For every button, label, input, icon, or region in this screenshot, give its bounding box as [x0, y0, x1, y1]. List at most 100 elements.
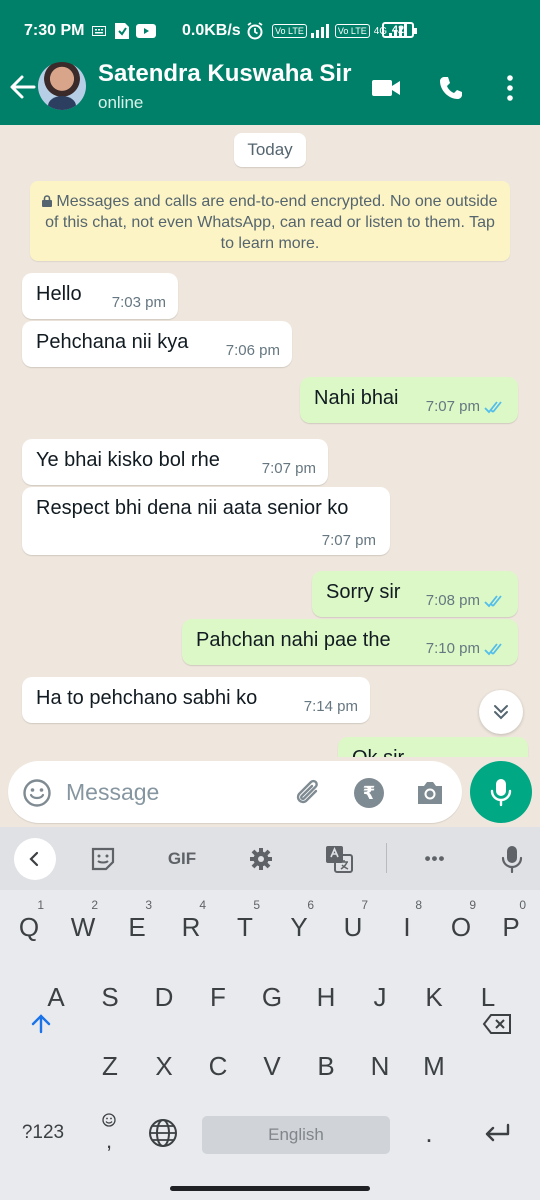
keyboard-settings-button[interactable] — [246, 845, 276, 873]
message-bubble-outgoing[interactable]: Ok sir — [338, 737, 528, 757]
key-e[interactable]: E3 — [110, 898, 164, 955]
key-v[interactable]: V — [245, 1038, 299, 1094]
alarm-icon — [247, 22, 263, 40]
message-bubble-outgoing[interactable]: Nahi bhai 7:07 pm — [300, 377, 518, 423]
message-meta: 7:08 pm — [426, 592, 506, 609]
app-header: 7:30 PM 0.0KB/s Vo LTE Vo LTE 4G 42 Sate… — [0, 0, 540, 125]
video-call-icon[interactable] — [370, 74, 402, 102]
double-chevron-down-icon — [494, 705, 508, 720]
camera-icon[interactable] — [414, 778, 446, 808]
message-time: 7:07 pm — [261, 460, 316, 477]
key-label: Q — [18, 912, 40, 942]
emoji-icon[interactable] — [22, 778, 52, 808]
key-c[interactable]: C — [191, 1038, 245, 1094]
key-hint: 7 — [361, 898, 368, 912]
message-input-box[interactable]: Message ₹ — [8, 761, 462, 823]
key-label: Y — [290, 912, 308, 942]
key-g[interactable]: G — [245, 969, 299, 1025]
symbols-key[interactable]: ?123 — [16, 1105, 70, 1161]
message-bubble-outgoing[interactable]: Sorry sir 7:08 pm — [312, 571, 518, 617]
translate-button[interactable] — [324, 845, 354, 873]
key-hint: 6 — [307, 898, 314, 912]
message-bubble-incoming[interactable]: Ye bhai kisko bol rhe 7:07 pm — [22, 439, 328, 485]
gesture-navigation-bar[interactable] — [170, 1186, 370, 1191]
key-hint: 9 — [469, 898, 476, 912]
keyboard-collapse-button[interactable] — [14, 838, 56, 880]
key-label: O — [450, 912, 472, 942]
message-meta: 7:07 pm — [426, 398, 506, 415]
chevron-left-icon — [29, 851, 39, 867]
key-j[interactable]: J — [353, 969, 407, 1025]
message-bubble-incoming[interactable]: Pehchana nii kya 7:06 pm — [22, 321, 292, 367]
key-label: W — [70, 912, 96, 942]
composer-row: Message ₹ — [0, 757, 540, 827]
message-time: 7:08 pm — [425, 592, 480, 609]
key-label: B — [317, 1051, 335, 1081]
attachment-icon[interactable] — [294, 777, 324, 809]
encryption-notice[interactable]: Messages and calls are end-to-end encryp… — [30, 181, 510, 261]
key-h[interactable]: H — [299, 969, 353, 1025]
shift-key[interactable] — [14, 996, 68, 1052]
message-bubble-incoming[interactable]: Ha to pehchano sabhi ko 7:14 pm — [22, 677, 370, 723]
period-key[interactable]: . — [402, 1105, 456, 1161]
key-z[interactable]: Z — [83, 1038, 137, 1094]
sticker-button[interactable] — [88, 845, 118, 873]
key-o[interactable]: O9 — [434, 898, 488, 955]
key-hint: 1 — [37, 898, 44, 912]
back-arrow-icon[interactable] — [8, 70, 36, 104]
key-w[interactable]: W2 — [56, 898, 110, 955]
keyboard-notification-icon — [92, 26, 106, 36]
voice-message-button[interactable] — [470, 761, 532, 823]
key-hint: 4 — [199, 898, 206, 912]
key-m[interactable]: M — [407, 1038, 461, 1094]
signal-icon-1 — [310, 24, 329, 38]
message-text: Nahi bhai — [314, 387, 399, 409]
double-tick-read-icon — [484, 642, 502, 655]
key-label: R — [181, 912, 201, 942]
contact-avatar[interactable] — [38, 62, 86, 110]
message-input[interactable]: Message — [66, 779, 159, 806]
message-bubble-outgoing[interactable]: Pahchan nahi pae the 7:10 pm — [182, 619, 518, 665]
enter-key[interactable] — [470, 1105, 524, 1161]
more-tools-button[interactable]: ••• — [416, 845, 454, 873]
message-time: 7:07 pm — [321, 532, 376, 549]
space-key[interactable]: English — [202, 1116, 390, 1154]
message-time: 7:03 pm — [111, 294, 166, 311]
language-key[interactable] — [136, 1105, 190, 1161]
payment-rupee-icon[interactable]: ₹ — [354, 778, 384, 808]
chat-area[interactable]: Today Messages and calls are end-to-end … — [0, 125, 540, 757]
voice-typing-button[interactable] — [498, 845, 526, 873]
key-y[interactable]: Y6 — [272, 898, 326, 955]
voice-call-icon[interactable] — [436, 74, 468, 102]
scroll-to-bottom-button[interactable] — [479, 690, 523, 734]
key-f[interactable]: F — [191, 969, 245, 1025]
key-t[interactable]: T5 — [218, 898, 272, 955]
key-i[interactable]: I8 — [380, 898, 434, 955]
key-s[interactable]: S — [83, 969, 137, 1025]
key-k[interactable]: K — [407, 969, 461, 1025]
key-b[interactable]: B — [299, 1038, 353, 1094]
key-label: U — [343, 912, 363, 942]
key-q[interactable]: Q1 — [2, 898, 56, 955]
key-n[interactable]: N — [353, 1038, 407, 1094]
backspace-key[interactable] — [470, 996, 524, 1052]
emoji-comma-key[interactable]: , — [82, 1105, 136, 1161]
key-p[interactable]: P0 — [484, 898, 538, 955]
key-u[interactable]: U7 — [326, 898, 380, 955]
contact-status: online — [98, 93, 144, 112]
key-d[interactable]: D — [137, 969, 191, 1025]
more-options-icon[interactable] — [494, 74, 526, 102]
gif-button[interactable]: GIF — [160, 845, 204, 873]
message-bubble-incoming[interactable]: Respect bhi dena nii aata senior ko 7:07… — [22, 487, 390, 555]
key-r[interactable]: R4 — [164, 898, 218, 955]
volte-badge-2: Vo LTE — [334, 24, 370, 38]
message-text: Pehchana nii kya — [36, 331, 189, 353]
youtube-icon — [136, 24, 156, 38]
keyboard: GIF ••• Q1W2E3R4T5Y6U7I8O9P0 ASDFGHJKL Z… — [0, 827, 540, 1200]
message-bubble-incoming[interactable]: Hello 7:03 pm — [22, 273, 178, 319]
microphone-icon — [501, 846, 523, 873]
key-x[interactable]: X — [137, 1038, 191, 1094]
key-label: Z — [102, 1051, 118, 1081]
key-label: V — [263, 1051, 281, 1081]
contact-name[interactable]: Satendra Kuswaha Sir — [98, 60, 351, 88]
